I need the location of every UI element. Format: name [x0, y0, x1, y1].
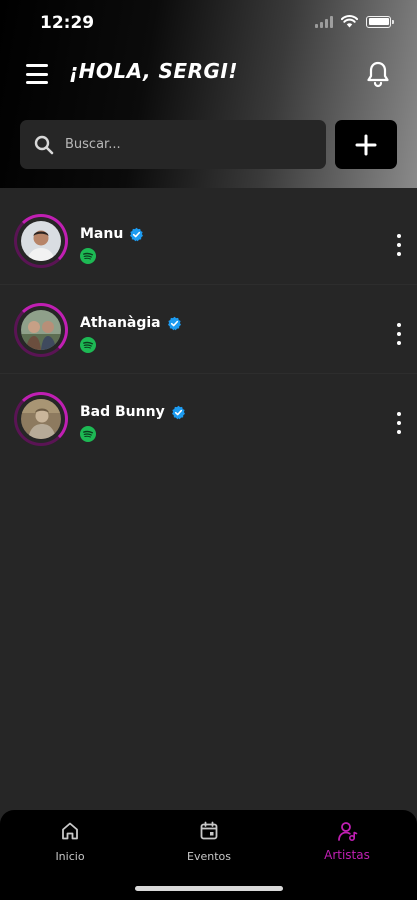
verified-icon — [171, 405, 185, 419]
status-bar: 12:29 — [0, 0, 417, 46]
battery-icon — [366, 15, 394, 28]
more-options-icon[interactable] — [392, 412, 406, 434]
nav-label: Inicio — [55, 850, 85, 863]
nav-label: Artistas — [324, 848, 370, 862]
list-item[interactable]: Bad Bunny — [0, 374, 417, 463]
home-icon — [62, 822, 78, 840]
spotify-icon[interactable] — [80, 248, 96, 264]
menu-icon[interactable] — [26, 64, 48, 84]
avatar — [21, 310, 61, 350]
plus-icon — [355, 134, 377, 155]
signal-icon — [315, 15, 333, 28]
artist-list: Manu Athanàgia Bad Bunny — [0, 196, 417, 463]
calendar-icon — [200, 821, 218, 840]
avatar-ring — [14, 392, 68, 446]
status-icons — [315, 15, 394, 28]
list-item[interactable]: Manu — [0, 196, 417, 285]
artist-name: Athanàgia — [80, 315, 161, 331]
avatar — [21, 221, 61, 261]
search-icon — [34, 135, 54, 154]
verified-icon — [130, 227, 144, 241]
more-options-icon[interactable] — [392, 234, 406, 256]
add-button[interactable] — [335, 120, 397, 169]
home-indicator[interactable] — [135, 886, 283, 891]
avatar-ring — [14, 303, 68, 357]
avatar-ring — [14, 214, 68, 268]
greeting-title: ¡HOLA, SERGI! — [69, 59, 238, 83]
search-input[interactable] — [65, 137, 295, 152]
nav-item-eventos[interactable]: Eventos — [159, 820, 259, 863]
nav-item-artistas[interactable]: Artistas — [297, 820, 397, 862]
verified-icon — [167, 316, 181, 330]
bell-icon[interactable] — [365, 60, 391, 88]
spotify-icon[interactable] — [80, 337, 96, 353]
artist-name: Manu — [80, 226, 124, 242]
nav-item-inicio[interactable]: Inicio — [20, 820, 120, 863]
spotify-icon[interactable] — [80, 426, 96, 442]
status-time: 12:29 — [40, 13, 95, 33]
more-options-icon[interactable] — [392, 323, 406, 345]
wifi-icon — [341, 15, 358, 28]
artist-name: Bad Bunny — [80, 404, 165, 420]
artist-name-wrap: Athanàgia — [80, 315, 182, 331]
header: 12:29 ¡HOLA, SERGI! — [0, 0, 417, 188]
avatar — [21, 399, 61, 439]
artist-name-wrap: Bad Bunny — [80, 404, 186, 420]
artist-name-wrap: Manu — [80, 226, 144, 242]
list-item[interactable]: Athanàgia — [0, 285, 417, 374]
nav-label: Eventos — [187, 850, 231, 863]
search-box[interactable] — [20, 120, 326, 169]
artist-icon — [338, 822, 358, 842]
